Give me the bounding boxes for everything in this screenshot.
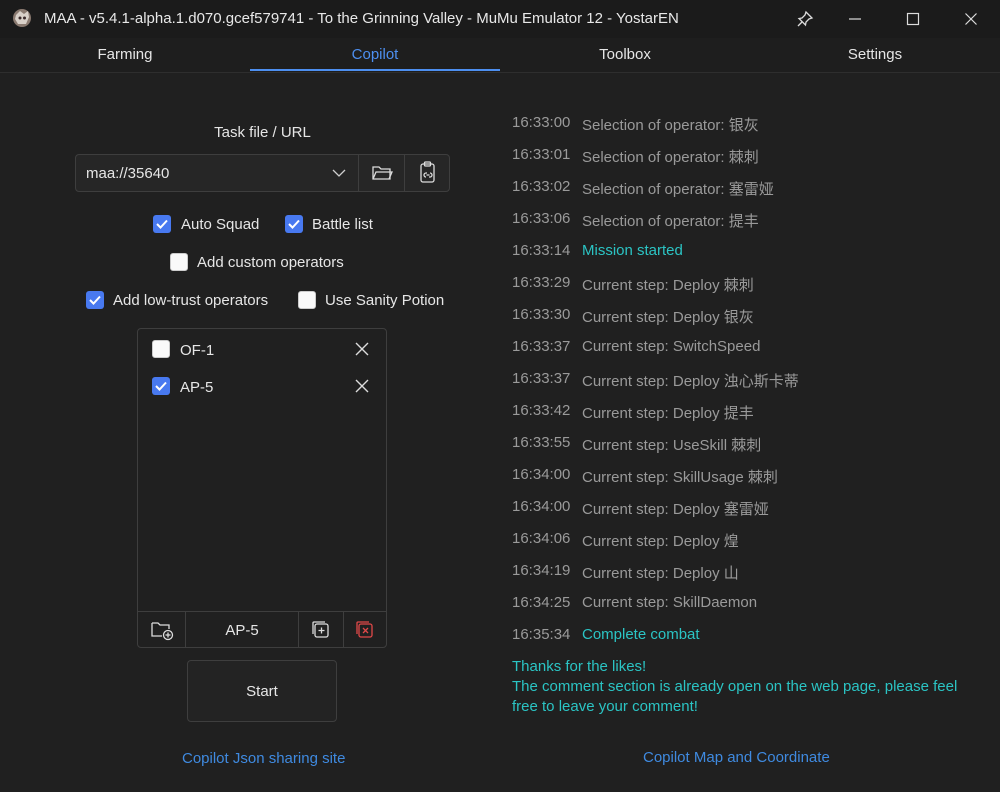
chevron-down-icon[interactable]	[330, 164, 348, 186]
tab-copilot[interactable]: Copilot	[250, 38, 500, 72]
add-custom-operators-checkbox[interactable]	[170, 253, 188, 271]
use-sanity-potion-label[interactable]: Use Sanity Potion	[325, 292, 444, 309]
log-note: Thanks for the likes! The comment sectio…	[512, 658, 958, 715]
open-file-button[interactable]	[358, 155, 405, 191]
log-timestamp: 16:33:42	[512, 402, 571, 419]
log-message: Selection of operator: 棘刺	[582, 149, 759, 166]
tab-farming[interactable]: Farming	[0, 38, 250, 72]
add-low-trust-checkbox[interactable]	[86, 291, 104, 309]
add-low-trust-label[interactable]: Add low-trust operators	[113, 292, 268, 309]
tab-bar: Farming Copilot Toolbox Settings	[0, 38, 1000, 73]
maximize-button[interactable]	[890, 0, 936, 38]
log-timestamp: 16:33:29	[512, 274, 571, 291]
folder-add-icon	[150, 622, 173, 641]
stage-checkbox[interactable]	[152, 340, 170, 358]
stage-list: OF-1 AP-5 AP-5	[137, 328, 387, 648]
log-message: Current step: Deploy 棘刺	[582, 277, 754, 294]
window-title: MAA - v5.4.1-alpha.1.d070.gcef579741 - T…	[44, 10, 679, 27]
log-message: Selection of operator: 提丰	[582, 213, 759, 230]
close-icon	[355, 379, 369, 393]
add-custom-operators-label[interactable]: Add custom operators	[197, 254, 344, 271]
minimize-icon	[849, 18, 861, 20]
log-message: Current step: Deploy 塞雷娅	[582, 501, 769, 518]
log-message: Current step: SkillUsage 棘刺	[582, 469, 778, 486]
log-message: Current step: Deploy 浊心斯卡蒂	[582, 373, 799, 390]
stage-checkbox[interactable]	[152, 377, 170, 395]
log-timestamp: 16:34:25	[512, 594, 571, 611]
stage-list-footer: AP-5	[138, 611, 386, 648]
clear-stages-button[interactable]	[343, 612, 386, 648]
current-stage-label: AP-5	[225, 621, 259, 639]
auto-squad-label[interactable]: Auto Squad	[181, 216, 259, 233]
task-file-label: Task file / URL	[214, 124, 311, 141]
log-timestamp: 16:35:34	[512, 626, 571, 643]
battle-list-label[interactable]: Battle list	[312, 216, 373, 233]
close-button[interactable]	[948, 0, 994, 38]
tab-toolbox[interactable]: Toolbox	[500, 38, 750, 72]
start-button[interactable]: Start	[187, 660, 337, 722]
log-message: Current step: Deploy 银灰	[582, 309, 754, 326]
auto-squad-checkbox[interactable]	[153, 215, 171, 233]
log-timestamp: 16:33:37	[512, 370, 571, 387]
log-timestamp: 16:33:01	[512, 146, 571, 163]
minimize-button[interactable]	[832, 0, 878, 38]
remove-stage-button[interactable]	[354, 341, 370, 361]
active-tab-indicator	[250, 69, 500, 71]
log-timestamp: 16:33:14	[512, 242, 571, 259]
delete-box-icon	[355, 621, 373, 638]
app-icon	[12, 8, 32, 28]
log-message: Complete combat	[582, 626, 700, 643]
use-sanity-potion-checkbox[interactable]	[298, 291, 316, 309]
pin-icon	[797, 10, 814, 27]
log-timestamp: 16:33:00	[512, 114, 571, 131]
clipboard-link-icon	[419, 161, 435, 183]
log-message: Current step: SwitchSpeed	[582, 338, 761, 355]
import-folder-button[interactable]	[138, 612, 186, 648]
log-message: Current step: Deploy 山	[582, 565, 739, 582]
log-timestamp: 16:33:37	[512, 338, 571, 355]
log-timestamp: 16:33:06	[512, 210, 571, 227]
close-icon	[965, 13, 977, 25]
log-timestamp: 16:34:00	[512, 498, 571, 515]
stage-name[interactable]: OF-1	[180, 342, 214, 359]
close-icon	[355, 342, 369, 356]
log-message: Current step: Deploy 提丰	[582, 405, 754, 422]
stage-name[interactable]: AP-5	[180, 379, 213, 396]
maximize-icon	[906, 12, 920, 26]
battle-list-checkbox[interactable]	[285, 215, 303, 233]
remove-stage-button[interactable]	[354, 378, 370, 398]
log-timestamp: 16:34:19	[512, 562, 571, 579]
copilot-map-link[interactable]: Copilot Map and Coordinate	[643, 749, 830, 766]
log-timestamp: 16:34:00	[512, 466, 571, 483]
log-message: Current step: SkillDaemon	[582, 594, 758, 611]
add-stage-button[interactable]	[298, 612, 344, 648]
log-timestamp: 16:34:06	[512, 530, 571, 547]
log-message: Mission started	[582, 242, 683, 259]
log-message: Current step: Deploy 煌	[582, 533, 739, 550]
tab-settings[interactable]: Settings	[750, 38, 1000, 72]
folder-icon	[372, 166, 393, 180]
task-file-value[interactable]: maa://35640	[86, 165, 169, 182]
task-file-combobox[interactable]: maa://35640	[75, 154, 450, 192]
log-message: Current step: UseSkill 棘刺	[582, 437, 762, 454]
add-box-icon	[312, 621, 329, 638]
paste-link-button[interactable]	[404, 155, 450, 191]
pin-button[interactable]	[782, 0, 828, 38]
log-message: Selection of operator: 银灰	[582, 117, 759, 134]
log-timestamp: 16:33:30	[512, 306, 571, 323]
log-timestamp: 16:33:55	[512, 434, 571, 451]
log-message: Selection of operator: 塞雷娅	[582, 181, 774, 198]
log-timestamp: 16:33:02	[512, 178, 571, 195]
copilot-sharing-link[interactable]: Copilot Json sharing site	[182, 750, 345, 767]
title-bar: MAA - v5.4.1-alpha.1.d070.gcef579741 - T…	[0, 0, 1000, 38]
